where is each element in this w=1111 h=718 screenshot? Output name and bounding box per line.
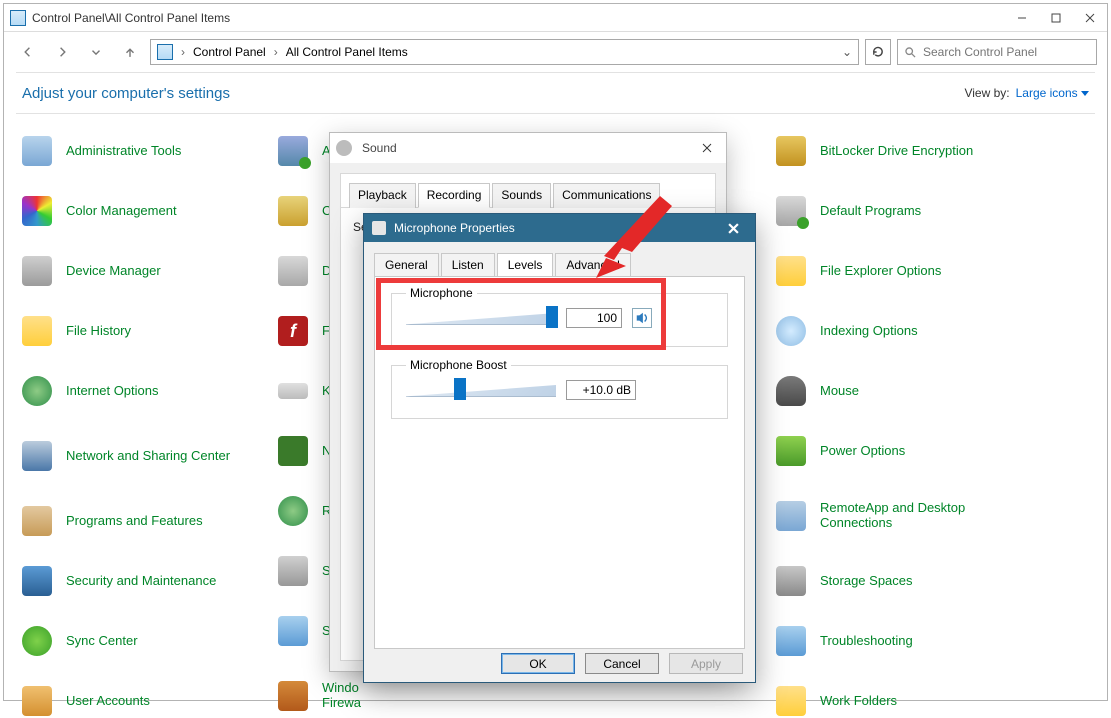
search-input[interactable] bbox=[923, 45, 1090, 59]
item-sync-center[interactable]: Sync Center bbox=[20, 624, 250, 658]
tab-levels[interactable]: Levels bbox=[497, 253, 554, 277]
dialog-buttons: OK Cancel Apply bbox=[364, 653, 755, 674]
microphone-boost-group: Microphone Boost bbox=[391, 365, 728, 419]
ok-button[interactable]: OK bbox=[501, 653, 575, 674]
item-programs-features[interactable]: Programs and Features bbox=[20, 504, 250, 538]
address-bar[interactable]: › Control Panel › All Control Panel Item… bbox=[150, 39, 859, 65]
breadcrumb-item[interactable]: Control Panel bbox=[193, 45, 266, 59]
sound-title: Sound bbox=[360, 141, 686, 155]
item-user-accounts[interactable]: User Accounts bbox=[20, 684, 250, 718]
window-title: Control Panel\All Control Panel Items bbox=[32, 11, 230, 25]
mic-titlebar[interactable]: Microphone Properties bbox=[364, 214, 755, 242]
sound-close-button[interactable] bbox=[694, 135, 720, 161]
item-mouse[interactable]: Mouse bbox=[774, 374, 1030, 408]
item-indexing-options[interactable]: Indexing Options bbox=[774, 314, 1030, 348]
item-administrative-tools[interactable]: Administrative Tools bbox=[20, 134, 250, 168]
minimize-button[interactable] bbox=[1005, 7, 1039, 29]
window-titlebar: Control Panel\All Control Panel Items bbox=[4, 4, 1107, 32]
item-troubleshooting[interactable]: Troubleshooting bbox=[774, 624, 1030, 658]
recent-dropdown[interactable] bbox=[82, 38, 110, 66]
control-panel-icon bbox=[157, 44, 173, 60]
refresh-button[interactable] bbox=[865, 39, 891, 65]
chevron-down-icon[interactable]: ⌄ bbox=[842, 45, 852, 59]
microphone-icon bbox=[372, 221, 386, 235]
speaker-icon bbox=[336, 140, 352, 156]
sound-titlebar[interactable]: Sound bbox=[330, 133, 726, 163]
tab-playback[interactable]: Playback bbox=[349, 183, 416, 208]
search-icon bbox=[904, 46, 917, 59]
viewby-dropdown[interactable]: Large icons bbox=[1016, 86, 1089, 100]
close-button[interactable] bbox=[1073, 7, 1107, 29]
tab-recording[interactable]: Recording bbox=[418, 183, 491, 208]
cancel-button[interactable]: Cancel bbox=[585, 653, 659, 674]
tab-general[interactable]: General bbox=[374, 253, 439, 277]
tab-listen[interactable]: Listen bbox=[441, 253, 495, 277]
item-power-options[interactable]: Power Options bbox=[774, 434, 1030, 468]
tab-sounds[interactable]: Sounds bbox=[492, 183, 551, 208]
annotation-highlight bbox=[376, 278, 666, 350]
boost-slider[interactable] bbox=[406, 380, 556, 400]
forward-button[interactable] bbox=[48, 38, 76, 66]
mic-tabs: General Listen Levels Advanced bbox=[364, 242, 755, 276]
item-bitlocker[interactable]: BitLocker Drive Encryption bbox=[774, 134, 1030, 168]
item-device-manager[interactable]: Device Manager bbox=[20, 254, 250, 288]
viewby-label: View by: bbox=[964, 86, 1009, 100]
item-file-history[interactable]: File History bbox=[20, 314, 250, 348]
boost-label: Microphone Boost bbox=[406, 358, 511, 372]
item-default-programs[interactable]: Default Programs bbox=[774, 194, 1030, 228]
slider-thumb[interactable] bbox=[454, 378, 466, 400]
maximize-button[interactable] bbox=[1039, 7, 1073, 29]
control-panel-icon bbox=[10, 10, 26, 26]
back-button[interactable] bbox=[14, 38, 42, 66]
search-box[interactable] bbox=[897, 39, 1097, 65]
apply-button: Apply bbox=[669, 653, 743, 674]
item-security-maintenance[interactable]: Security and Maintenance bbox=[20, 564, 250, 598]
page-title: Adjust your computer's settings bbox=[22, 85, 230, 102]
annotation-arrow bbox=[596, 196, 676, 278]
item-storage-spaces[interactable]: Storage Spaces bbox=[774, 564, 1030, 598]
item-color-management[interactable]: Color Management bbox=[20, 194, 250, 228]
chevron-right-icon: › bbox=[272, 45, 280, 59]
view-bar: Adjust your computer's settings View by:… bbox=[4, 73, 1107, 113]
item-file-explorer-options[interactable]: File Explorer Options bbox=[774, 254, 1030, 288]
up-button[interactable] bbox=[116, 38, 144, 66]
mic-close-button[interactable] bbox=[715, 216, 751, 240]
boost-value[interactable] bbox=[566, 380, 636, 400]
item-network-sharing[interactable]: Network and Sharing Center bbox=[20, 434, 250, 478]
item-work-folders[interactable]: Work Folders bbox=[774, 684, 1030, 718]
navigation-bar: › Control Panel › All Control Panel Item… bbox=[4, 32, 1107, 72]
breadcrumb-item[interactable]: All Control Panel Items bbox=[286, 45, 408, 59]
item-remoteapp[interactable]: RemoteApp and Desktop Connections bbox=[774, 494, 1030, 538]
item-internet-options[interactable]: Internet Options bbox=[20, 374, 250, 408]
chevron-right-icon: › bbox=[179, 45, 187, 59]
